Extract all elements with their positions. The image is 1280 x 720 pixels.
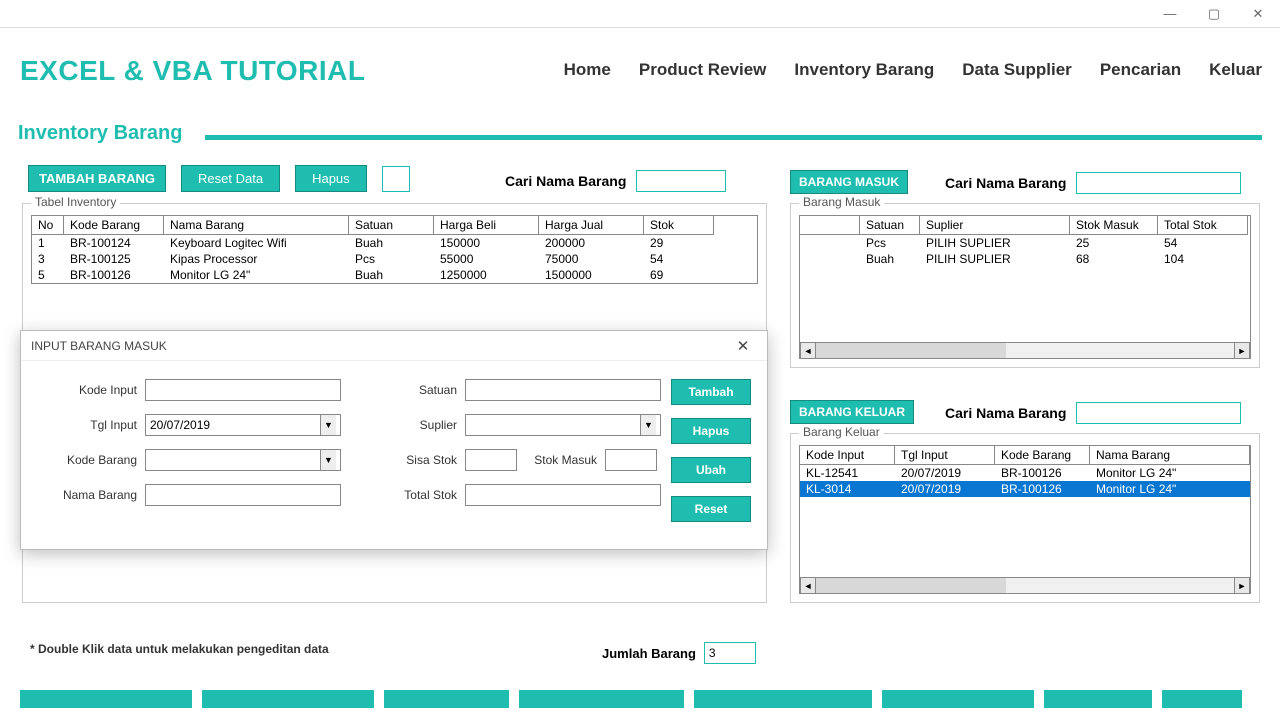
table-row[interactable]: BuahPILIH SUPLIER68104 [800,251,1250,267]
table-row[interactable]: 3BR-100125Kipas ProcessorPcs550007500054 [32,251,757,267]
scrollbar-masuk[interactable]: ◄ ► [800,342,1250,358]
label-satuan: Satuan [391,383,465,397]
suplier-combo[interactable]: ▼ [465,414,661,436]
nav-keluar[interactable]: Keluar [1209,60,1262,80]
nav-home[interactable]: Home [564,60,611,80]
nav-data-supplier[interactable]: Data Supplier [962,60,1072,80]
legend-masuk: Barang Masuk [799,195,884,209]
chevron-down-icon: ▼ [320,415,336,435]
scroll-right-icon[interactable]: ► [1234,578,1250,593]
table-keluar[interactable]: Kode Input Tgl Input Kode Barang Nama Ba… [799,445,1251,594]
scroll-left-icon[interactable]: ◄ [800,578,816,593]
nav-product-review[interactable]: Product Review [639,60,767,80]
kode-input-field[interactable] [145,379,341,401]
input-barang-masuk-dialog: INPUT BARANG MASUK ✕ Kode Input Tgl Inpu… [20,330,768,550]
window-maximize-button[interactable]: ▢ [1192,0,1236,28]
search-left-label: Cari Nama Barang [505,173,626,189]
search-keluar-label: Cari Nama Barang [945,405,1066,421]
search-left-group: Cari Nama Barang [505,170,726,192]
legend-keluar: Barang Keluar [799,425,884,439]
table-row[interactable]: KL-1254120/07/2019BR-100126Monitor LG 24… [800,465,1250,481]
sisa-stok-field[interactable] [465,449,517,471]
search-left-input[interactable] [636,170,726,192]
dialog-tambah-button[interactable]: Tambah [671,379,751,405]
dialog-title-text: INPUT BARANG MASUK [31,339,167,353]
kode-barang-combo[interactable]: ▼ [145,449,341,471]
table-row[interactable]: KL-301420/07/2019BR-100126Monitor LG 24" [800,481,1250,497]
search-masuk-label: Cari Nama Barang [945,175,1066,191]
hapus-button[interactable]: Hapus [295,165,367,192]
total-stok-field[interactable] [465,484,661,506]
window-minimize-button[interactable]: — [1148,0,1192,28]
nama-barang-field[interactable] [145,484,341,506]
chevron-down-icon: ▼ [320,450,336,470]
label-kode-input: Kode Input [51,383,145,397]
table-row[interactable]: 1BR-100124Keyboard Logitec WifiBuah15000… [32,235,757,251]
label-nama-barang: Nama Barang [51,488,145,502]
dialog-titlebar: INPUT BARANG MASUK ✕ [21,331,767,361]
table-inventory-header: No Kode Barang Nama Barang Satuan Harga … [32,216,757,235]
fieldset-keluar: Barang Keluar Kode Input Tgl Input Kode … [790,433,1260,603]
bottom-bars [20,690,1260,708]
window-close-button[interactable]: ✕ [1236,0,1280,28]
jumlah-group: Jumlah Barang [602,642,756,664]
app-title: EXCEL & VBA TUTORIAL [20,55,366,87]
table-row[interactable]: PcsPILIH SUPLIER2554 [800,235,1250,251]
label-tgl-input: Tgl Input [51,418,145,432]
table-masuk[interactable]: Satuan Suplier Stok Masuk Total Stok Pcs… [799,215,1251,359]
footer-note: * Double Klik data untuk melakukan penge… [30,642,329,656]
label-total-stok: Total Stok [391,488,465,502]
tgl-input-combo[interactable]: 20/07/2019 ▼ [145,414,341,436]
satuan-field[interactable] [465,379,661,401]
dialog-close-button[interactable]: ✕ [729,332,757,360]
section-title: Inventory Barang [18,122,182,145]
section-divider [205,135,1262,140]
label-kode-barang: Kode Barang [51,453,145,467]
label-stok-masuk: Stok Masuk [517,453,605,467]
fieldset-masuk: Barang Masuk Satuan Suplier Stok Masuk T… [790,203,1260,368]
search-keluar-input[interactable] [1076,402,1241,424]
barang-masuk-header[interactable]: BARANG MASUK [790,170,908,194]
scroll-thumb[interactable] [816,343,1006,358]
label-suplier: Suplier [391,418,465,432]
nav-pencarian[interactable]: Pencarian [1100,60,1181,80]
table-masuk-header: Satuan Suplier Stok Masuk Total Stok [800,216,1250,235]
toolbar: TAMBAH BARANG Reset Data Hapus [28,165,410,192]
table-row[interactable]: 5BR-100126Monitor LG 24"Buah125000015000… [32,267,757,283]
label-sisa-stok: Sisa Stok [391,453,465,467]
stok-masuk-field[interactable] [605,449,657,471]
scroll-right-icon[interactable]: ► [1234,343,1250,358]
reset-data-button[interactable]: Reset Data [181,165,280,192]
jumlah-input[interactable] [704,642,756,664]
toolbar-small-box[interactable] [382,166,410,192]
search-masuk-input[interactable] [1076,172,1241,194]
tambah-barang-button[interactable]: TAMBAH BARANG [28,165,166,192]
scrollbar-keluar[interactable]: ◄ ► [800,577,1250,593]
window-titlebar: — ▢ ✕ [0,0,1280,28]
dialog-reset-button[interactable]: Reset [671,496,751,522]
legend-inventory: Tabel Inventory [31,195,120,209]
dialog-ubah-button[interactable]: Ubah [671,457,751,483]
search-keluar-group: Cari Nama Barang [945,402,1241,424]
jumlah-label: Jumlah Barang [602,646,696,661]
dialog-hapus-button[interactable]: Hapus [671,418,751,444]
scroll-left-icon[interactable]: ◄ [800,343,816,358]
scroll-thumb[interactable] [816,578,1006,593]
tgl-input-value: 20/07/2019 [150,418,210,432]
search-masuk-group: Cari Nama Barang [945,172,1241,194]
chevron-down-icon: ▼ [640,415,656,435]
barang-keluar-header[interactable]: BARANG KELUAR [790,400,914,424]
table-keluar-header: Kode Input Tgl Input Kode Barang Nama Ba… [800,446,1250,465]
table-inventory[interactable]: No Kode Barang Nama Barang Satuan Harga … [31,215,758,284]
nav-inventory[interactable]: Inventory Barang [794,60,934,80]
main-nav: Home Product Review Inventory Barang Dat… [564,60,1262,80]
